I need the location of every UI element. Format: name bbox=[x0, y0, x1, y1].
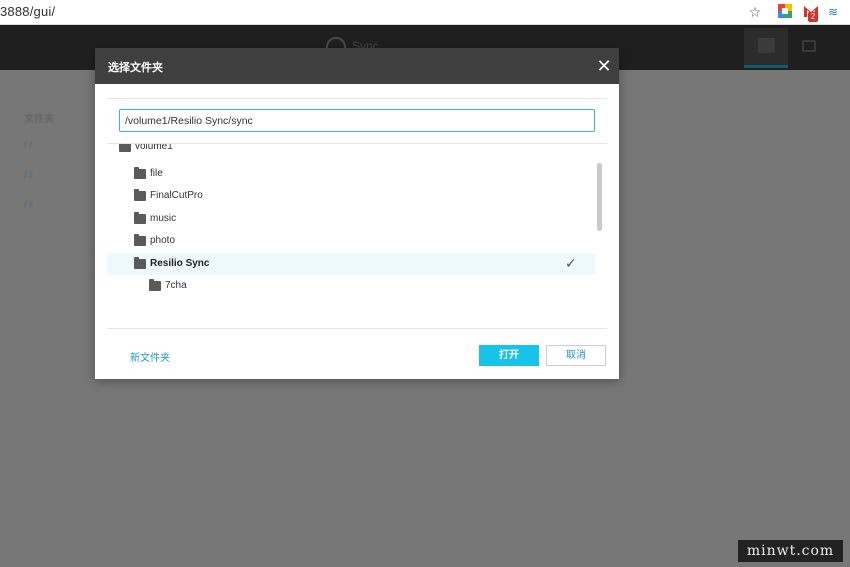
tree-item-label: 7cha bbox=[165, 280, 187, 291]
device-nav-icon bbox=[802, 40, 816, 52]
background-link: / / bbox=[24, 200, 33, 211]
scrollbar-thumb[interactable] bbox=[597, 163, 602, 231]
background-link: / / bbox=[24, 170, 33, 181]
folder-nav-icon bbox=[758, 38, 775, 53]
checkmark-icon: ✓ bbox=[565, 255, 577, 271]
tree-root-row[interactable]: volume1 bbox=[107, 144, 595, 158]
tree-item-resilio-sync[interactable]: Resilio Sync ✓ bbox=[107, 253, 595, 275]
close-icon[interactable]: ✕ bbox=[595, 57, 613, 75]
divider bbox=[107, 98, 607, 99]
tree-item-label: FinalCutPro bbox=[150, 190, 203, 201]
folder-icon bbox=[134, 212, 146, 224]
tree-item-7cha[interactable]: 7cha bbox=[107, 275, 595, 297]
select-folder-dialog: 选择文件夹 ✕ volume1 file FinalCutPro music p… bbox=[95, 48, 619, 379]
watermark-logo: minwt.com bbox=[738, 540, 843, 562]
gmail-unread-badge: 2 bbox=[808, 12, 818, 22]
new-folder-link[interactable]: 新文件夹 bbox=[130, 349, 170, 364]
tree-item-music[interactable]: music bbox=[107, 208, 595, 230]
address-bar-url[interactable]: 3888/gui/ bbox=[0, 4, 55, 19]
devices-nav-button[interactable] bbox=[800, 38, 820, 56]
folder-icon bbox=[134, 257, 146, 269]
tree-scrollbar[interactable] bbox=[595, 155, 604, 305]
open-button[interactable]: 打开 bbox=[479, 345, 539, 366]
folder-icon bbox=[149, 279, 161, 291]
divider bbox=[107, 328, 607, 329]
tree-item-label: Resilio Sync bbox=[150, 258, 210, 269]
background-item: 文件夹 bbox=[24, 114, 54, 125]
cancel-button[interactable]: 取消 bbox=[546, 345, 606, 366]
browser-toolbar: 3888/gui/ ☆ 2 ≋ bbox=[0, 0, 850, 25]
extension-grid-icon[interactable] bbox=[777, 4, 793, 20]
folders-nav-button[interactable] bbox=[744, 28, 788, 68]
folder-tree: volume1 file FinalCutPro music photo Res… bbox=[107, 144, 595, 304]
dialog-title: 选择文件夹 bbox=[108, 62, 163, 74]
folder-icon bbox=[134, 167, 146, 179]
tree-item-label: music bbox=[150, 213, 177, 224]
folder-icon bbox=[134, 189, 146, 201]
dialog-header: 选择文件夹 ✕ bbox=[95, 48, 619, 84]
tree-item-file[interactable]: file bbox=[107, 163, 595, 185]
folder-icon bbox=[119, 144, 131, 152]
tree-item-finalcutpro[interactable]: FinalCutPro bbox=[107, 185, 595, 207]
folder-path-input[interactable] bbox=[119, 109, 595, 132]
bookmark-star-icon[interactable]: ☆ bbox=[747, 4, 763, 20]
tree-item-photo[interactable]: photo bbox=[107, 230, 595, 252]
folder-icon bbox=[134, 234, 146, 246]
extension-wave-icon[interactable]: ≋ bbox=[825, 4, 841, 20]
tree-item-label: file bbox=[150, 168, 163, 179]
tree-item-label: volume1 bbox=[135, 144, 173, 152]
tree-item-label: photo bbox=[150, 235, 176, 246]
background-link: / / bbox=[24, 140, 33, 151]
